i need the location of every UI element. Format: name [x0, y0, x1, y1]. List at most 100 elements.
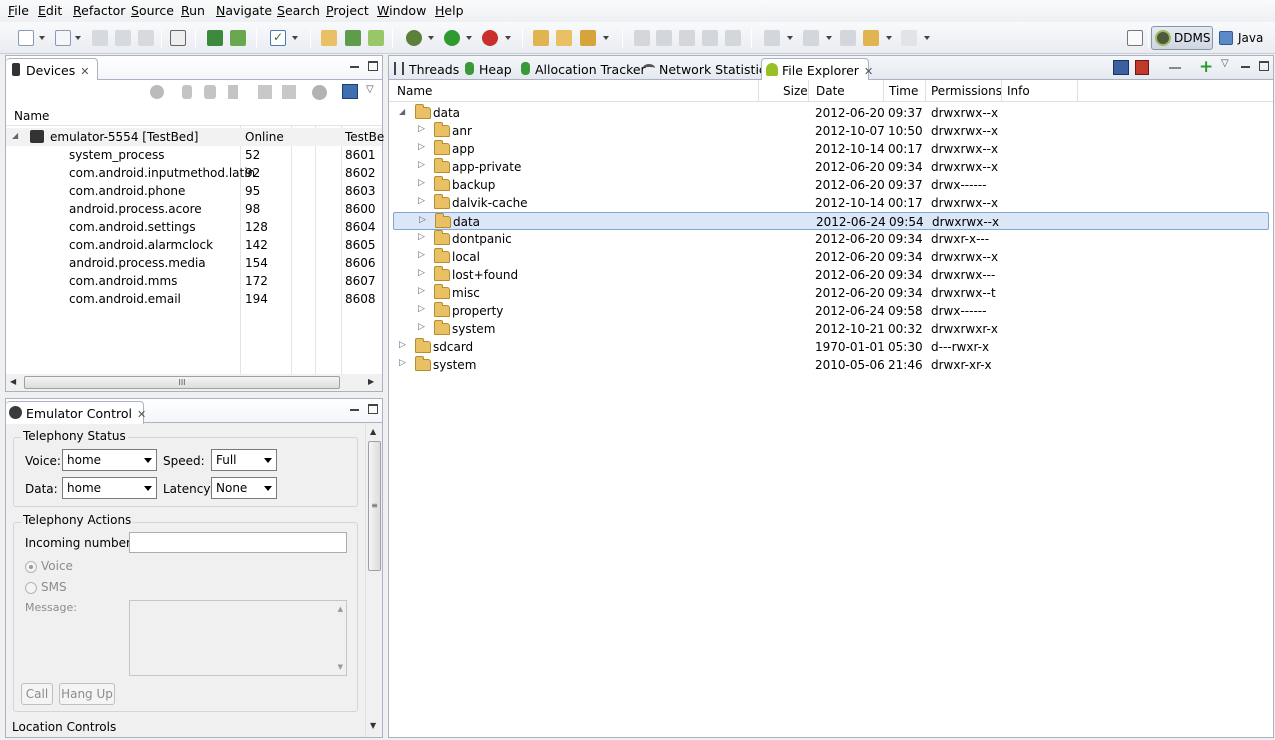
- new-dropdown-icon[interactable]: [39, 36, 45, 40]
- collapse-twisty-icon[interactable]: ◢: [399, 107, 405, 116]
- tab-threads[interactable]: Threads: [389, 58, 459, 80]
- menu-edit[interactable]: Edit: [38, 3, 62, 18]
- device-row[interactable]: ◢ emulator-5554 [TestBed] Online TestBe: [6, 128, 384, 146]
- menu-file[interactable]: File: [8, 3, 29, 18]
- open-perspective-icon[interactable]: [1127, 30, 1143, 46]
- process-row[interactable]: com.android.alarmclock 142 8605: [6, 236, 382, 254]
- menu-refactor[interactable]: Refactor: [73, 3, 125, 18]
- speed-select[interactable]: Full: [211, 449, 277, 471]
- last-edit-icon[interactable]: [840, 30, 856, 46]
- vscroll-thumb[interactable]: ≡: [368, 441, 381, 571]
- tab-allocation-tracker[interactable]: Allocation Tracker: [515, 58, 646, 80]
- file-row[interactable]: ▷ app 2012-10-14 00:17 drwxrwx--x: [393, 140, 1269, 158]
- next-annotation-dropdown-icon[interactable]: [787, 36, 793, 40]
- expand-twisty-icon[interactable]: ▷: [418, 268, 425, 278]
- expand-twisty-icon[interactable]: ▷: [418, 232, 425, 242]
- emulator-vscrollbar[interactable]: ▲ ≡ ▼: [365, 423, 382, 737]
- expand-twisty-icon[interactable]: ▷: [418, 250, 425, 260]
- download-icon[interactable]: [207, 30, 223, 46]
- file-row[interactable]: ▷ lost+found 2012-06-20 09:34 drwxrwx---: [393, 266, 1269, 284]
- tab-heap[interactable]: Heap: [459, 58, 514, 80]
- menu-project[interactable]: Project: [326, 3, 369, 18]
- screen-capture-icon[interactable]: [342, 84, 358, 99]
- android-sdk-icon[interactable]: [230, 30, 246, 46]
- column-name[interactable]: Name: [14, 109, 49, 123]
- prev-annotation-icon[interactable]: [803, 30, 819, 46]
- dump-hprof-icon[interactable]: [204, 85, 216, 99]
- process-row[interactable]: com.android.inputmethod.latin 92 8602: [6, 164, 382, 182]
- incoming-number-input[interactable]: [129, 532, 347, 553]
- file-row[interactable]: ▷ dontpanic 2012-06-20 09:34 drwxr-x---: [393, 230, 1269, 248]
- search-dropdown-icon[interactable]: [603, 36, 609, 40]
- close-icon[interactable]: ✕: [80, 65, 89, 78]
- update-threads-icon[interactable]: [258, 85, 272, 99]
- voice-radio-label[interactable]: Voice: [41, 559, 73, 573]
- scroll-right-icon[interactable]: ▶: [368, 377, 374, 386]
- file-row[interactable]: ▷ app-private 2012-06-20 09:34 drwxrwx--x: [393, 158, 1269, 176]
- expand-twisty-icon[interactable]: ▷: [418, 286, 425, 296]
- open-task-icon[interactable]: [556, 30, 572, 46]
- file-row[interactable]: ▷ data 2012-06-24 09:54 drwxrwx--x: [393, 212, 1269, 230]
- sms-radio-label[interactable]: SMS: [41, 580, 67, 594]
- run-icon[interactable]: [444, 30, 460, 46]
- textarea-scroll-up-icon[interactable]: ▲: [338, 605, 343, 613]
- back-icon[interactable]: [863, 30, 879, 46]
- scroll-up-icon[interactable]: ▲: [370, 427, 376, 436]
- new-junit-icon[interactable]: [345, 30, 361, 46]
- hang-up-button[interactable]: Hang Up: [59, 683, 115, 705]
- perspective-java[interactable]: Java: [1215, 26, 1265, 50]
- menu-navigate[interactable]: Navigate: [216, 3, 272, 18]
- file-row[interactable]: ▷ backup 2012-06-20 09:37 drwx------: [393, 176, 1269, 194]
- file-row[interactable]: ▷ system 2012-10-21 00:32 drwxrwxr-x: [393, 320, 1269, 338]
- process-row[interactable]: com.android.email 194 8608: [6, 290, 382, 308]
- data-select[interactable]: home: [62, 477, 157, 499]
- cause-gc-icon[interactable]: [228, 85, 238, 99]
- expand-twisty-icon[interactable]: ▷: [399, 340, 406, 350]
- tab-file-explorer[interactable]: File Explorer ✕: [761, 58, 873, 81]
- expand-twisty-icon[interactable]: ▷: [418, 124, 425, 134]
- task-check-icon[interactable]: ✓: [270, 30, 286, 46]
- marker-icon[interactable]: [679, 30, 695, 46]
- save-all-icon[interactable]: [115, 30, 131, 46]
- process-row[interactable]: android.process.acore 98 8600: [6, 200, 382, 218]
- forward-icon[interactable]: [901, 30, 917, 46]
- new-package-icon[interactable]: [55, 30, 71, 46]
- process-row[interactable]: com.android.phone 95 8603: [6, 182, 382, 200]
- pen-icon[interactable]: [656, 30, 672, 46]
- column-info[interactable]: Info: [1007, 84, 1030, 98]
- expand-twisty-icon[interactable]: ▷: [418, 196, 425, 206]
- delete-file-icon[interactable]: [1169, 67, 1181, 69]
- close-icon[interactable]: ✕: [137, 408, 146, 421]
- prev-annotation-dropdown-icon[interactable]: [826, 36, 832, 40]
- minimize-icon[interactable]: [1241, 66, 1250, 68]
- process-row[interactable]: com.android.settings 128 8604: [6, 218, 382, 236]
- expand-twisty-icon[interactable]: ▷: [418, 322, 425, 332]
- minimize-icon[interactable]: [350, 66, 359, 68]
- file-row[interactable]: ▷ sdcard 1970-01-01 05:30 d---rwxr-x: [393, 338, 1269, 356]
- new-package-dropdown-icon[interactable]: [75, 36, 81, 40]
- back-dropdown-icon[interactable]: [886, 36, 892, 40]
- tab-devices[interactable]: Devices ✕: [6, 58, 98, 81]
- menu-window[interactable]: Window: [377, 3, 426, 18]
- new-folder-icon[interactable]: +: [1199, 57, 1213, 77]
- menu-run[interactable]: Run: [181, 3, 205, 18]
- process-row[interactable]: android.process.media 154 8606: [6, 254, 382, 272]
- file-row[interactable]: ▷ property 2012-06-24 09:58 drwx------: [393, 302, 1269, 320]
- file-row[interactable]: ◢ data 2012-06-20 09:37 drwxrwx--x: [393, 104, 1269, 122]
- print-icon[interactable]: [138, 30, 154, 46]
- view-menu-icon[interactable]: ▽: [1221, 58, 1229, 69]
- scroll-left-icon[interactable]: ◀: [10, 377, 16, 386]
- call-button[interactable]: Call: [21, 683, 53, 705]
- scroll-down-icon[interactable]: ▼: [370, 721, 376, 730]
- file-row[interactable]: ▷ anr 2012-10-07 10:50 drwxrwx--x: [393, 122, 1269, 140]
- menu-search[interactable]: Search: [277, 3, 320, 18]
- column-time[interactable]: Time: [889, 84, 918, 98]
- push-file-icon[interactable]: [1135, 60, 1149, 75]
- process-row[interactable]: com.android.mms 172 8607: [6, 272, 382, 290]
- process-row[interactable]: system_process 52 8601: [6, 146, 382, 164]
- open-type-icon[interactable]: [533, 30, 549, 46]
- file-row[interactable]: ▷ dalvik-cache 2012-10-14 00:17 drwxrwx--x: [393, 194, 1269, 212]
- file-row[interactable]: ▷ local 2012-06-20 09:34 drwxrwx--x: [393, 248, 1269, 266]
- run-dropdown-icon[interactable]: [466, 36, 472, 40]
- annotation-icon[interactable]: [634, 30, 650, 46]
